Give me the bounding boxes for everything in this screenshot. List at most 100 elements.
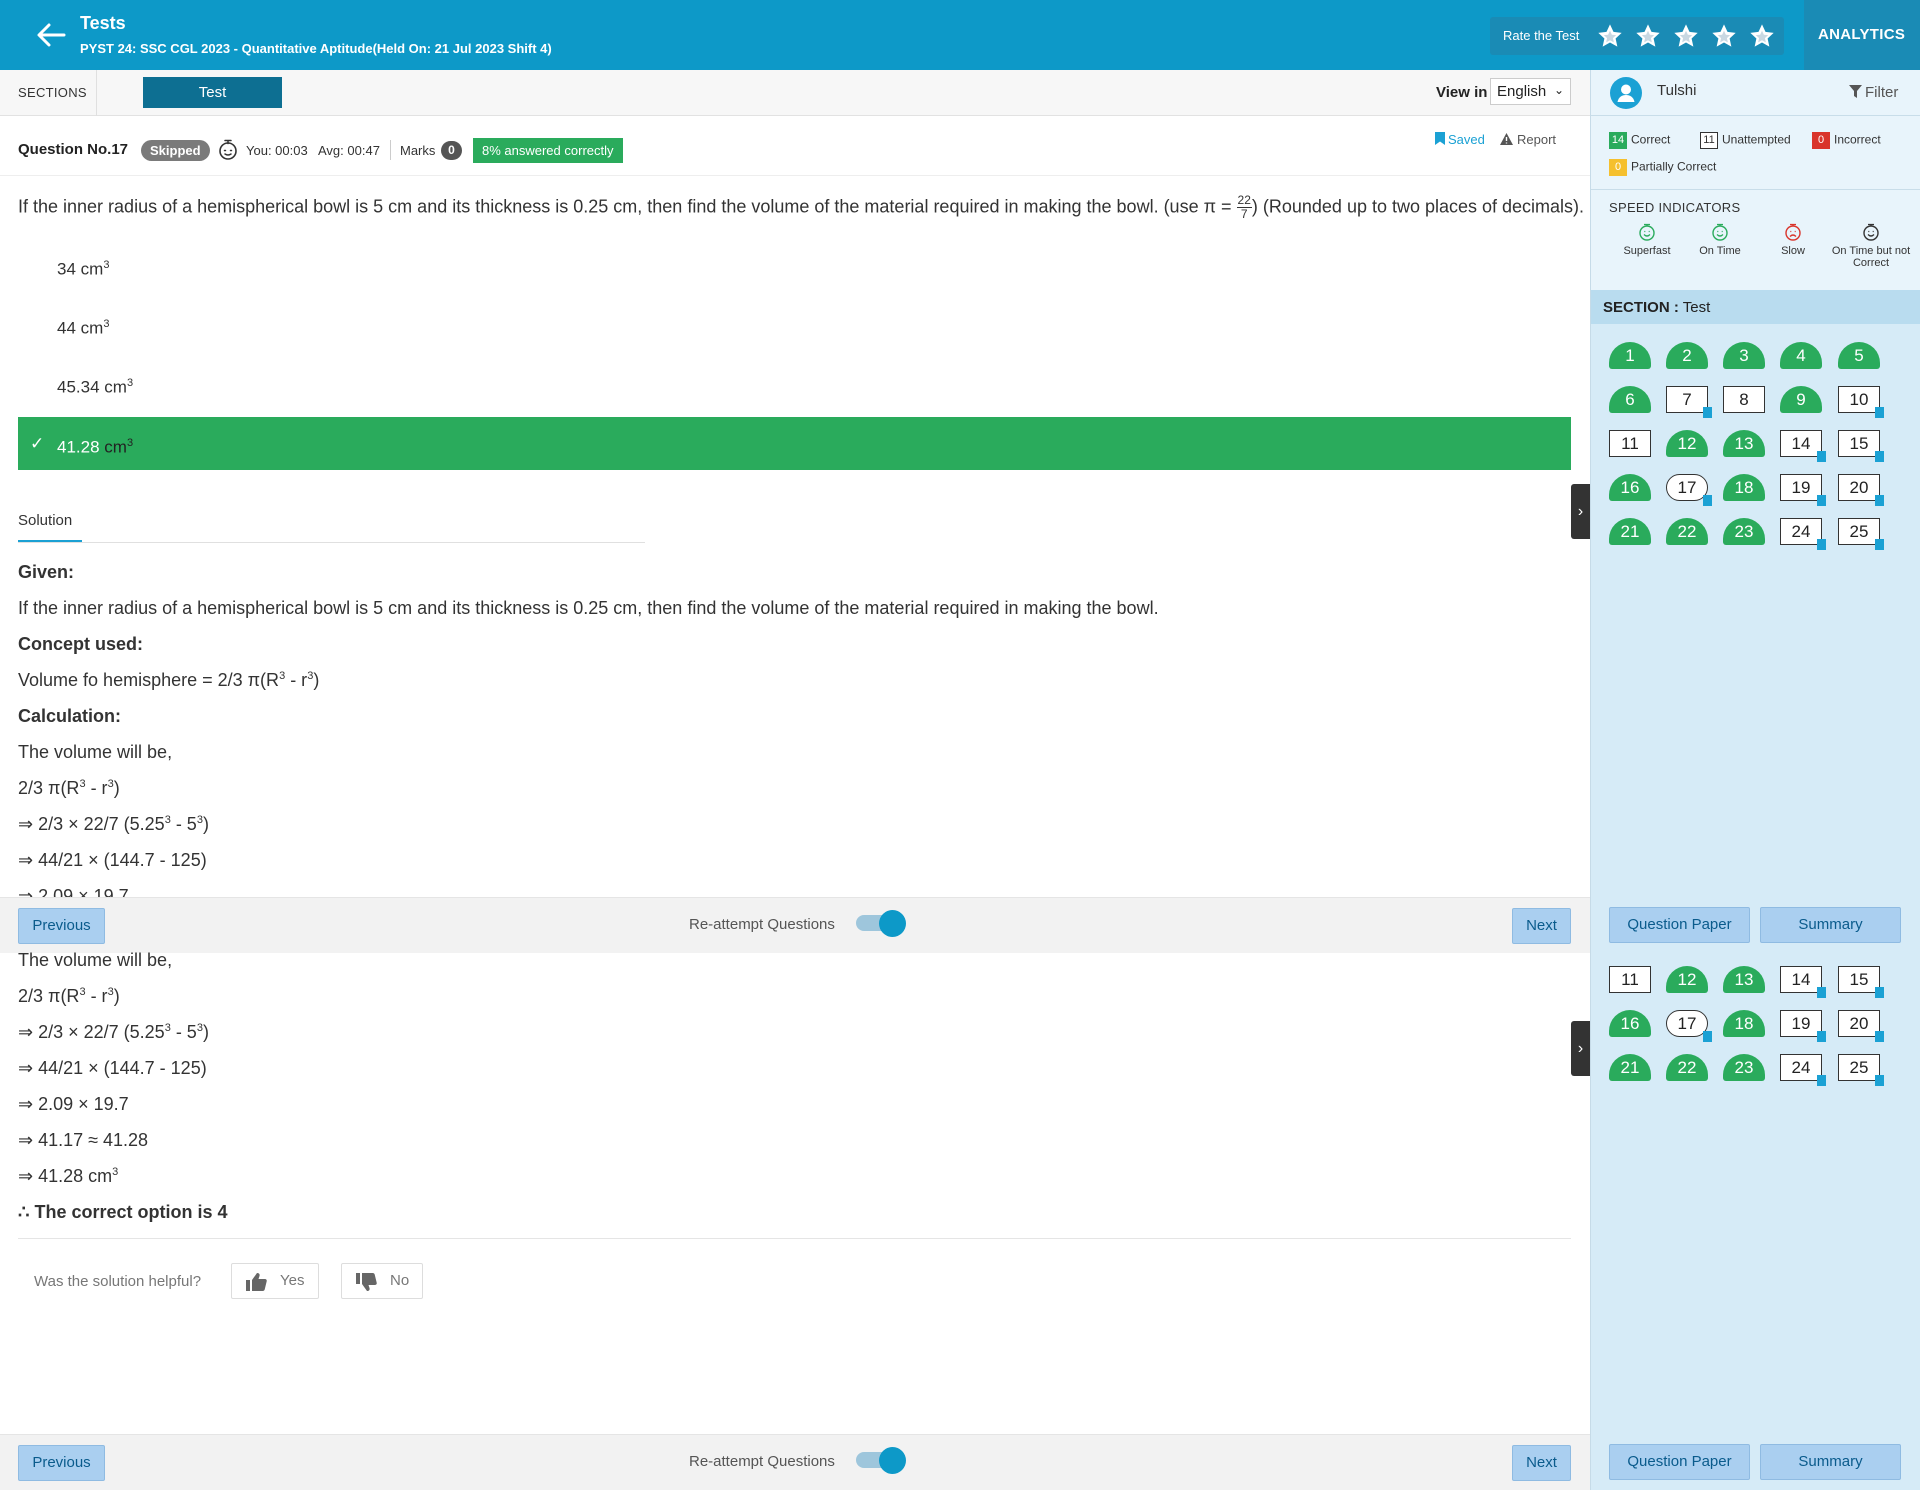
bookmark-icon — [1875, 987, 1884, 998]
previous-button[interactable]: Previous — [18, 908, 105, 944]
palette-question[interactable]: 18 — [1723, 474, 1765, 501]
option-unit: cm — [80, 318, 104, 338]
star-icon-5[interactable] — [1748, 22, 1776, 50]
palette-question[interactable]: 4 — [1780, 342, 1822, 369]
option-1[interactable]: 34 cm3 — [18, 239, 1571, 292]
palette-question[interactable]: 2 — [1666, 342, 1708, 369]
palette-question[interactable]: 3 — [1723, 342, 1765, 369]
saved-button[interactable]: Saved — [1435, 132, 1485, 147]
palette-question[interactable]: 23 — [1723, 1054, 1765, 1081]
palette-question[interactable]: 5 — [1838, 342, 1880, 369]
palette-question[interactable]: 21 — [1609, 518, 1651, 545]
palette-question[interactable]: 6 — [1609, 386, 1651, 413]
fraction-denominator: 7 — [1240, 207, 1248, 221]
reattempt-toggle[interactable] — [856, 910, 906, 937]
palette-question[interactable]: 11 — [1609, 966, 1651, 993]
palette-question[interactable]: 14 — [1780, 430, 1826, 462]
option-unit: cm — [104, 437, 127, 457]
stopwatch-icon — [219, 139, 237, 160]
palette-question-number: 20 — [1849, 478, 1869, 497]
collapse-panel-arrow-icon[interactable]: › — [1571, 1021, 1590, 1076]
next-button[interactable]: Next — [1512, 1445, 1571, 1481]
palette-question[interactable]: 10 — [1838, 386, 1884, 418]
report-label: Report — [1517, 132, 1557, 147]
star-icon-4[interactable] — [1710, 22, 1738, 50]
palette-question[interactable]: 19 — [1780, 1010, 1826, 1042]
palette-question[interactable]: 13 — [1723, 430, 1765, 457]
question-text-end: ) (Rounded up to two places of decimals)… — [1251, 196, 1585, 217]
option-4-correct[interactable]: ✓ 41.28 cm3 — [18, 417, 1571, 470]
palette-question[interactable]: 12 — [1666, 430, 1708, 457]
palette-question[interactable]: 9 — [1780, 386, 1822, 413]
palette-question-number: 10 — [1849, 390, 1869, 409]
next-button[interactable]: Next — [1512, 908, 1571, 944]
palette-question-number: 24 — [1791, 1058, 1811, 1077]
collapse-panel-arrow-icon[interactable]: › — [1571, 484, 1590, 539]
palette-question[interactable]: 23 — [1723, 518, 1765, 545]
palette-question[interactable]: 17 — [1666, 474, 1712, 506]
language-select[interactable]: English ⌄ — [1490, 78, 1571, 105]
palette-question[interactable]: 24 — [1780, 1054, 1826, 1086]
helpful-no-button[interactable]: No — [341, 1263, 423, 1299]
question-paper-button[interactable]: Question Paper — [1609, 1444, 1750, 1480]
palette-question-number: 12 — [1677, 434, 1697, 453]
palette-question[interactable]: 8 — [1723, 386, 1765, 413]
palette-question[interactable]: 20 — [1838, 1010, 1884, 1042]
back-arrow-icon[interactable] — [34, 18, 68, 52]
question-paper-button[interactable]: Question Paper — [1609, 907, 1750, 943]
section-heading: SECTION : Test — [1603, 299, 1710, 316]
filter-button[interactable]: Filter — [1849, 84, 1898, 101]
marks-label: Marks — [400, 143, 436, 158]
panel-footer-bottom: Question Paper Summary — [1591, 1434, 1920, 1490]
palette-question-number: 14 — [1791, 970, 1811, 989]
bookmark-icon — [1875, 495, 1884, 506]
palette-question[interactable]: 11 — [1609, 430, 1651, 457]
option-superscript: 3 — [126, 437, 134, 449]
palette-question[interactable]: 1 — [1609, 342, 1651, 369]
palette-question[interactable]: 16 — [1609, 474, 1651, 501]
star-icon-2[interactable] — [1634, 22, 1662, 50]
palette-question-number: 7 — [1682, 390, 1692, 409]
palette-question[interactable]: 21 — [1609, 1054, 1651, 1081]
toggle-knob — [879, 910, 906, 937]
palette-question[interactable]: 25 — [1838, 518, 1884, 550]
calc-text: ) — [113, 778, 120, 798]
palette-question[interactable]: 22 — [1666, 518, 1708, 545]
solution-tab-underline — [18, 540, 82, 542]
palette-question[interactable]: 15 — [1838, 966, 1884, 998]
analytics-button[interactable]: ANALYTICS — [1804, 0, 1920, 70]
palette-question[interactable]: 15 — [1838, 430, 1884, 462]
option-3[interactable]: 45.34 cm3 — [18, 357, 1571, 410]
section-tab-test[interactable]: Test — [143, 77, 282, 108]
star-icon-3[interactable] — [1672, 22, 1700, 50]
palette-question[interactable]: 12 — [1666, 966, 1708, 993]
helpful-yes-button[interactable]: Yes — [231, 1263, 319, 1299]
palette-question[interactable]: 22 — [1666, 1054, 1708, 1081]
calc-line: ⇒ 44/21 × (144.7 - 125) — [18, 1058, 207, 1078]
palette-question[interactable]: 19 — [1780, 474, 1826, 506]
no-label: No — [390, 1272, 410, 1289]
previous-button[interactable]: Previous — [18, 1445, 105, 1481]
summary-button[interactable]: Summary — [1760, 907, 1901, 943]
palette-question[interactable]: 25 — [1838, 1054, 1884, 1086]
summary-button[interactable]: Summary — [1760, 1444, 1901, 1480]
calc-line: ⇒ 41.28 cm3 — [18, 1166, 118, 1187]
option-2[interactable]: 44 cm3 — [18, 298, 1571, 351]
palette-question[interactable]: 14 — [1780, 966, 1826, 998]
palette-question[interactable]: 16 — [1609, 1010, 1651, 1037]
palette-question[interactable]: 7 — [1666, 386, 1712, 418]
speed-slow: Slow — [1753, 223, 1833, 257]
user-icon — [1617, 84, 1635, 102]
palette-question[interactable]: 20 — [1838, 474, 1884, 506]
palette-question[interactable]: 13 — [1723, 966, 1765, 993]
palette-question[interactable]: 17 — [1666, 1010, 1712, 1042]
palette-question[interactable]: 24 — [1780, 518, 1826, 550]
palette-question[interactable]: 18 — [1723, 1010, 1765, 1037]
status-badge: Skipped — [141, 140, 210, 161]
bookmark-icon — [1875, 539, 1884, 550]
reattempt-toggle[interactable] — [856, 1447, 906, 1474]
star-icon-1[interactable] — [1596, 22, 1624, 50]
report-button[interactable]: Report — [1500, 132, 1556, 147]
user-name: Tulshi — [1657, 82, 1697, 99]
solution-tab[interactable]: Solution — [18, 512, 72, 529]
